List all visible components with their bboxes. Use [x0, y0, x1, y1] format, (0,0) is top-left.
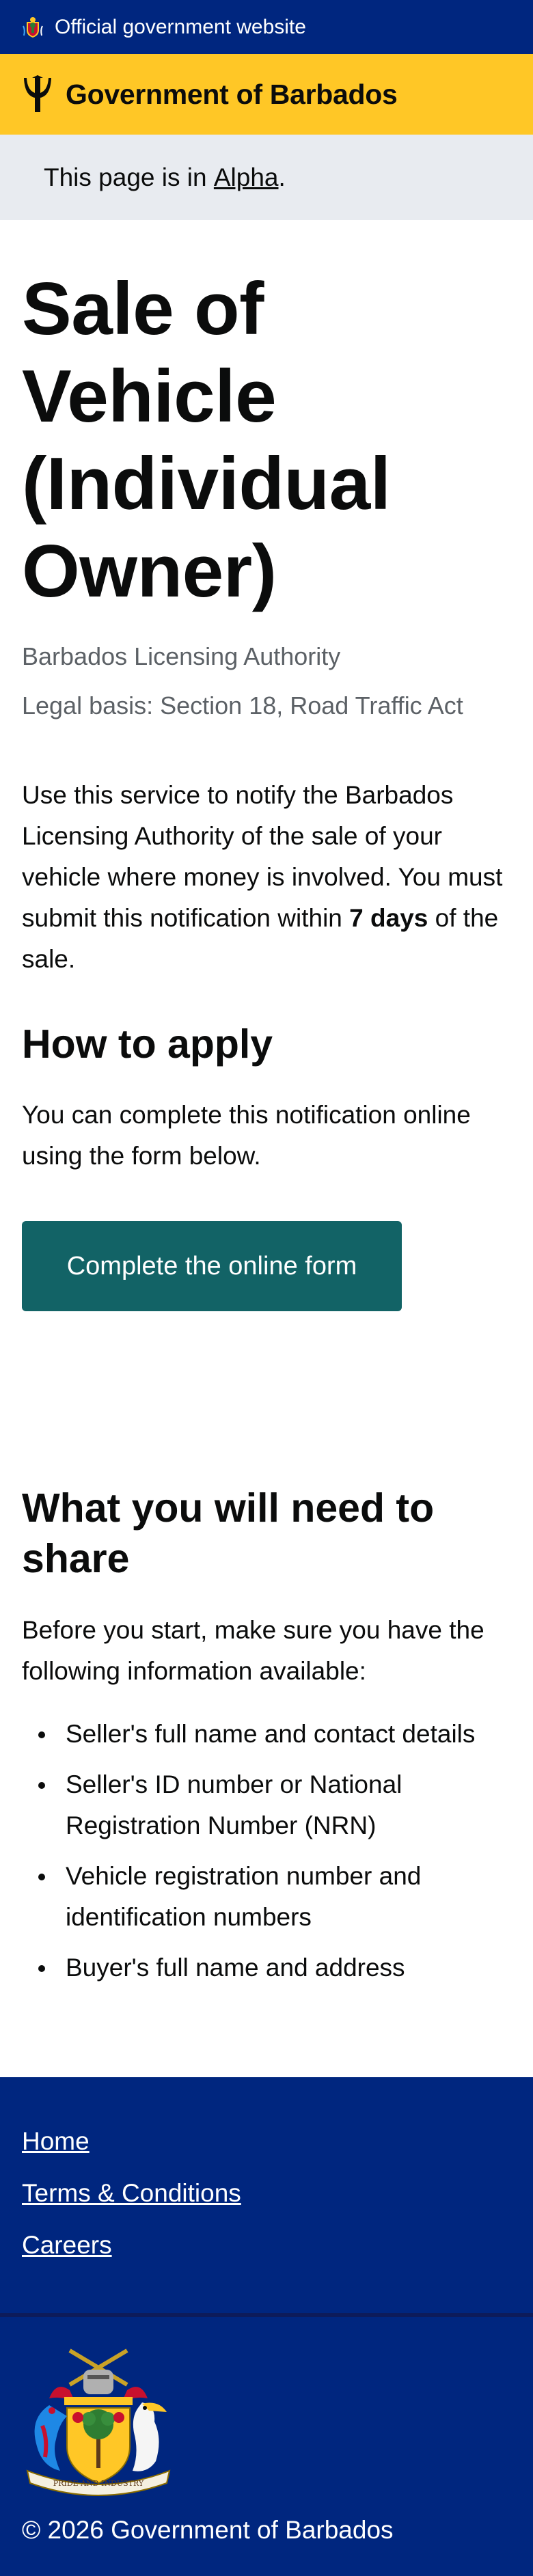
- list-item: Vehicle registration number and identifi…: [22, 1856, 511, 1938]
- footer-link-terms[interactable]: Terms & Conditions: [22, 2177, 241, 2210]
- intro-deadline: 7 days: [349, 904, 428, 932]
- coat-of-arms-icon: PRIDE AND INDUSTRY: [22, 2337, 175, 2497]
- phase-suffix: .: [278, 163, 286, 191]
- how-to-apply-heading: How to apply: [22, 1022, 273, 1067]
- bullet-icon: [38, 1731, 45, 1738]
- list-item: Seller's ID number or National Registrat…: [22, 1764, 511, 1846]
- footer-copyright: © 2026 Government of Barbados: [22, 2516, 394, 2544]
- organisation-name: Barbados Licensing Authority: [22, 642, 341, 670]
- bullet-icon: [38, 1874, 45, 1880]
- legal-basis: Legal basis: Section 18, Road Traffic Ac…: [22, 691, 463, 720]
- list-item: Seller's full name and contact details: [22, 1714, 511, 1755]
- footer-link-careers[interactable]: Careers: [22, 2229, 241, 2262]
- list-item: Buyer's full name and address: [22, 1947, 511, 1988]
- coat-of-arms-motto: PRIDE AND INDUSTRY: [53, 2479, 144, 2488]
- complete-online-form-button[interactable]: Complete the online form: [22, 1221, 402, 1311]
- footer-divider: [0, 2313, 533, 2317]
- official-banner: Official government website: [0, 0, 533, 54]
- bullet-icon: [38, 1965, 45, 1972]
- site-footer: Home Terms & Conditions Careers PRIDE AN…: [0, 2077, 533, 2576]
- list-item-text: Buyer's full name and address: [66, 1954, 405, 1982]
- what-you-need-text: Before you start, make sure you have the…: [22, 1616, 484, 1685]
- site-header: Government of Barbados: [0, 54, 533, 135]
- site-name-link[interactable]: Government of Barbados: [66, 79, 398, 111]
- phase-banner: This page is in Alpha.: [0, 135, 533, 220]
- what-you-need-heading: What you will need to share: [22, 1485, 435, 1581]
- how-to-apply-text: You can complete this notification onlin…: [22, 1101, 471, 1170]
- page-title: Sale of Vehicle (Individual Owner): [22, 267, 391, 613]
- footer-link-home[interactable]: Home: [22, 2125, 241, 2158]
- official-banner-text: Official government website: [55, 15, 306, 38]
- required-info-list: Seller's full name and contact details S…: [22, 1714, 511, 1998]
- intro-paragraph: Use this service to notify the Barbados …: [22, 775, 511, 980]
- footer-links: Home Terms & Conditions Careers: [22, 2125, 241, 2281]
- trident-icon: [22, 75, 53, 113]
- list-item-text: Seller's ID number or National Registrat…: [66, 1770, 402, 1839]
- list-item-text: Seller's full name and contact details: [66, 1720, 476, 1748]
- bullet-icon: [38, 1782, 45, 1789]
- phase-prefix: This page is in: [44, 163, 214, 191]
- barbados-crest-icon: [22, 16, 44, 38]
- list-item-text: Vehicle registration number and identifi…: [66, 1862, 422, 1931]
- phase-alpha-link[interactable]: Alpha: [214, 163, 279, 192]
